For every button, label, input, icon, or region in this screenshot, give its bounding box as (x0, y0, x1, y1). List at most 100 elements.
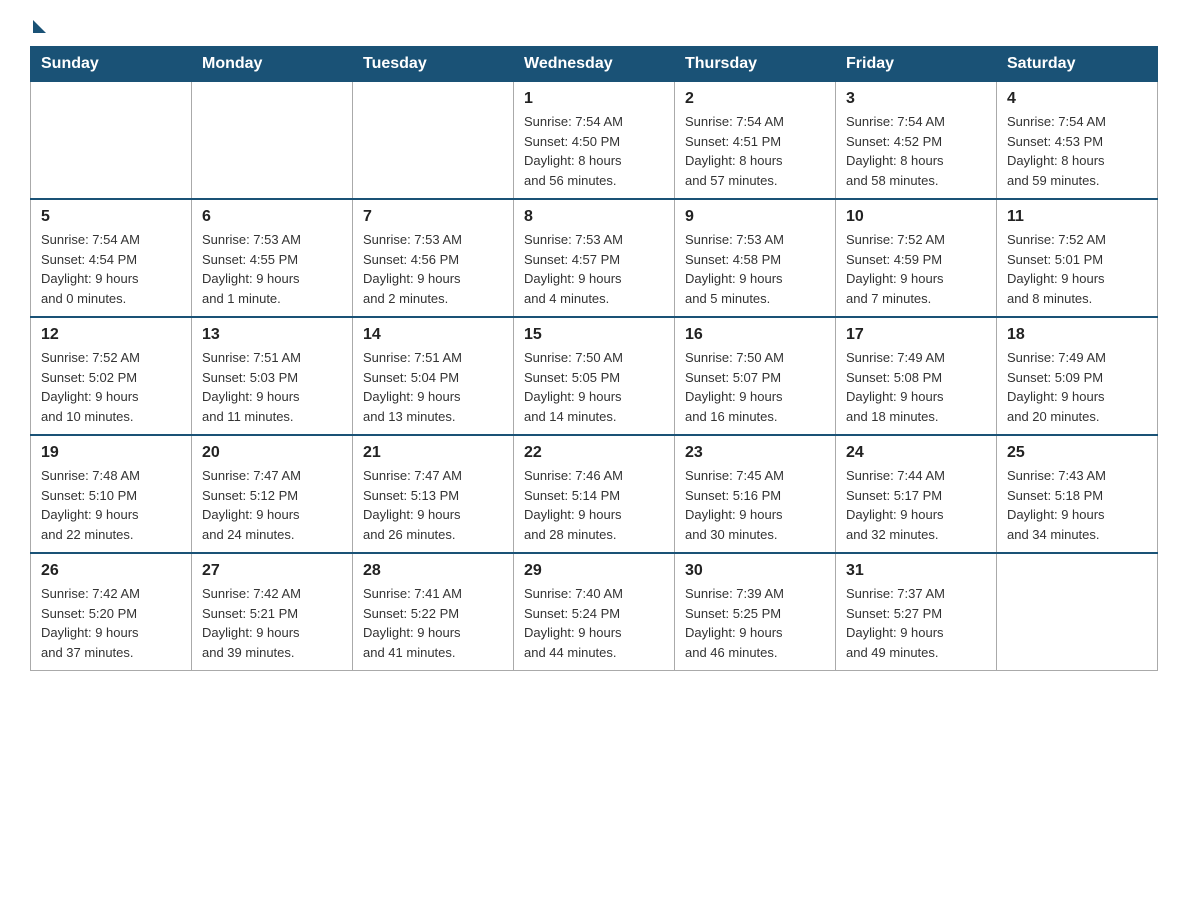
calendar-cell: 20 Sunrise: 7:47 AMSunset: 5:12 PMDayligh… (192, 435, 353, 553)
calendar-cell: 14 Sunrise: 7:51 AMSunset: 5:04 PMDayligh… (353, 317, 514, 435)
day-info: Sunrise: 7:48 AMSunset: 5:10 PMDaylight:… (41, 466, 181, 544)
day-number: 19 (41, 444, 181, 462)
day-number: 12 (41, 326, 181, 344)
day-number: 29 (524, 562, 664, 580)
calendar-week-3: 12 Sunrise: 7:52 AMSunset: 5:02 PMDayligh… (31, 317, 1158, 435)
day-info: Sunrise: 7:51 AMSunset: 5:03 PMDaylight:… (202, 348, 342, 426)
day-number: 11 (1007, 208, 1147, 226)
day-number: 10 (846, 208, 986, 226)
day-info: Sunrise: 7:54 AMSunset: 4:51 PMDaylight:… (685, 112, 825, 190)
day-number: 2 (685, 90, 825, 108)
calendar-cell: 5Sunrise: 7:54 AMSunset: 4:54 PMDaylight… (31, 199, 192, 317)
day-number: 9 (685, 208, 825, 226)
weekday-header-thursday: Thursday (675, 47, 836, 82)
day-info: Sunrise: 7:42 AMSunset: 5:21 PMDaylight:… (202, 584, 342, 662)
calendar-week-2: 5Sunrise: 7:54 AMSunset: 4:54 PMDaylight… (31, 199, 1158, 317)
calendar-cell: 15 Sunrise: 7:50 AMSunset: 5:05 PMDayligh… (514, 317, 675, 435)
day-info: Sunrise: 7:50 AMSunset: 5:05 PMDaylight:… (524, 348, 664, 426)
calendar-cell: 27 Sunrise: 7:42 AMSunset: 5:21 PMDayligh… (192, 553, 353, 671)
day-number: 16 (685, 326, 825, 344)
day-info: Sunrise: 7:52 AMSunset: 4:59 PMDaylight:… (846, 230, 986, 308)
calendar-cell: 7Sunrise: 7:53 AMSunset: 4:56 PMDaylight… (353, 199, 514, 317)
calendar-cell: 1 Sunrise: 7:54 AMSunset: 4:50 PMDaylight… (514, 82, 675, 200)
day-info: Sunrise: 7:53 AMSunset: 4:58 PMDaylight:… (685, 230, 825, 308)
day-number: 23 (685, 444, 825, 462)
day-info: Sunrise: 7:47 AMSunset: 5:12 PMDaylight:… (202, 466, 342, 544)
day-number: 8 (524, 208, 664, 226)
weekday-header-monday: Monday (192, 47, 353, 82)
day-info: Sunrise: 7:54 AMSunset: 4:53 PMDaylight:… (1007, 112, 1147, 190)
page-header (30, 20, 1158, 36)
day-info: Sunrise: 7:49 AMSunset: 5:09 PMDaylight:… (1007, 348, 1147, 426)
weekday-header-sunday: Sunday (31, 47, 192, 82)
calendar-cell: 8 Sunrise: 7:53 AMSunset: 4:57 PMDaylight… (514, 199, 675, 317)
day-info: Sunrise: 7:44 AMSunset: 5:17 PMDaylight:… (846, 466, 986, 544)
day-number: 15 (524, 326, 664, 344)
day-number: 7 (363, 208, 503, 226)
day-number: 30 (685, 562, 825, 580)
day-info: Sunrise: 7:40 AMSunset: 5:24 PMDaylight:… (524, 584, 664, 662)
calendar-cell: 3 Sunrise: 7:54 AMSunset: 4:52 PMDaylight… (836, 82, 997, 200)
calendar-cell (192, 82, 353, 200)
day-number: 17 (846, 326, 986, 344)
day-number: 6 (202, 208, 342, 226)
day-info: Sunrise: 7:51 AMSunset: 5:04 PMDaylight:… (363, 348, 503, 426)
calendar-cell: 6 Sunrise: 7:53 AMSunset: 4:55 PMDaylight… (192, 199, 353, 317)
calendar-cell: 28Sunrise: 7:41 AMSunset: 5:22 PMDayligh… (353, 553, 514, 671)
calendar-week-1: 1 Sunrise: 7:54 AMSunset: 4:50 PMDaylight… (31, 82, 1158, 200)
day-number: 3 (846, 90, 986, 108)
day-number: 27 (202, 562, 342, 580)
calendar-cell (353, 82, 514, 200)
calendar-cell (31, 82, 192, 200)
calendar-cell: 22Sunrise: 7:46 AMSunset: 5:14 PMDayligh… (514, 435, 675, 553)
calendar-cell: 29 Sunrise: 7:40 AMSunset: 5:24 PMDayligh… (514, 553, 675, 671)
day-info: Sunrise: 7:53 AMSunset: 4:55 PMDaylight:… (202, 230, 342, 308)
day-info: Sunrise: 7:39 AMSunset: 5:25 PMDaylight:… (685, 584, 825, 662)
calendar-week-4: 19 Sunrise: 7:48 AMSunset: 5:10 PMDayligh… (31, 435, 1158, 553)
weekday-header-tuesday: Tuesday (353, 47, 514, 82)
day-info: Sunrise: 7:46 AMSunset: 5:14 PMDaylight:… (524, 466, 664, 544)
day-info: Sunrise: 7:54 AMSunset: 4:50 PMDaylight:… (524, 112, 664, 190)
calendar-cell: 18 Sunrise: 7:49 AMSunset: 5:09 PMDayligh… (997, 317, 1158, 435)
day-number: 31 (846, 562, 986, 580)
calendar-cell: 23 Sunrise: 7:45 AMSunset: 5:16 PMDayligh… (675, 435, 836, 553)
calendar-cell: 24 Sunrise: 7:44 AMSunset: 5:17 PMDayligh… (836, 435, 997, 553)
day-info: Sunrise: 7:47 AMSunset: 5:13 PMDaylight:… (363, 466, 503, 544)
weekday-header-row: SundayMondayTuesdayWednesdayThursdayFrid… (31, 47, 1158, 82)
day-number: 25 (1007, 444, 1147, 462)
calendar-cell: 16Sunrise: 7:50 AMSunset: 5:07 PMDayligh… (675, 317, 836, 435)
logo-triangle-icon (33, 20, 46, 33)
day-number: 14 (363, 326, 503, 344)
day-info: Sunrise: 7:53 AMSunset: 4:57 PMDaylight:… (524, 230, 664, 308)
day-number: 4 (1007, 90, 1147, 108)
calendar-table: SundayMondayTuesdayWednesdayThursdayFrid… (30, 46, 1158, 671)
day-info: Sunrise: 7:54 AMSunset: 4:52 PMDaylight:… (846, 112, 986, 190)
day-number: 5 (41, 208, 181, 226)
day-number: 1 (524, 90, 664, 108)
day-info: Sunrise: 7:41 AMSunset: 5:22 PMDaylight:… (363, 584, 503, 662)
calendar-cell: 9 Sunrise: 7:53 AMSunset: 4:58 PMDaylight… (675, 199, 836, 317)
calendar-week-5: 26 Sunrise: 7:42 AMSunset: 5:20 PMDayligh… (31, 553, 1158, 671)
calendar-cell: 21 Sunrise: 7:47 AMSunset: 5:13 PMDayligh… (353, 435, 514, 553)
weekday-header-wednesday: Wednesday (514, 47, 675, 82)
day-number: 21 (363, 444, 503, 462)
calendar-cell: 19 Sunrise: 7:48 AMSunset: 5:10 PMDayligh… (31, 435, 192, 553)
day-info: Sunrise: 7:52 AMSunset: 5:02 PMDaylight:… (41, 348, 181, 426)
calendar-cell: 30 Sunrise: 7:39 AMSunset: 5:25 PMDayligh… (675, 553, 836, 671)
day-number: 24 (846, 444, 986, 462)
calendar-cell: 10 Sunrise: 7:52 AMSunset: 4:59 PMDayligh… (836, 199, 997, 317)
calendar-cell: 17Sunrise: 7:49 AMSunset: 5:08 PMDayligh… (836, 317, 997, 435)
day-info: Sunrise: 7:42 AMSunset: 5:20 PMDaylight:… (41, 584, 181, 662)
day-info: Sunrise: 7:43 AMSunset: 5:18 PMDaylight:… (1007, 466, 1147, 544)
weekday-header-saturday: Saturday (997, 47, 1158, 82)
day-number: 13 (202, 326, 342, 344)
calendar-cell: 26 Sunrise: 7:42 AMSunset: 5:20 PMDayligh… (31, 553, 192, 671)
day-number: 18 (1007, 326, 1147, 344)
calendar-cell: 2 Sunrise: 7:54 AMSunset: 4:51 PMDaylight… (675, 82, 836, 200)
calendar-cell: 4 Sunrise: 7:54 AMSunset: 4:53 PMDaylight… (997, 82, 1158, 200)
day-info: Sunrise: 7:52 AMSunset: 5:01 PMDaylight:… (1007, 230, 1147, 308)
day-info: Sunrise: 7:45 AMSunset: 5:16 PMDaylight:… (685, 466, 825, 544)
day-number: 26 (41, 562, 181, 580)
calendar-cell: 13 Sunrise: 7:51 AMSunset: 5:03 PMDayligh… (192, 317, 353, 435)
day-number: 20 (202, 444, 342, 462)
